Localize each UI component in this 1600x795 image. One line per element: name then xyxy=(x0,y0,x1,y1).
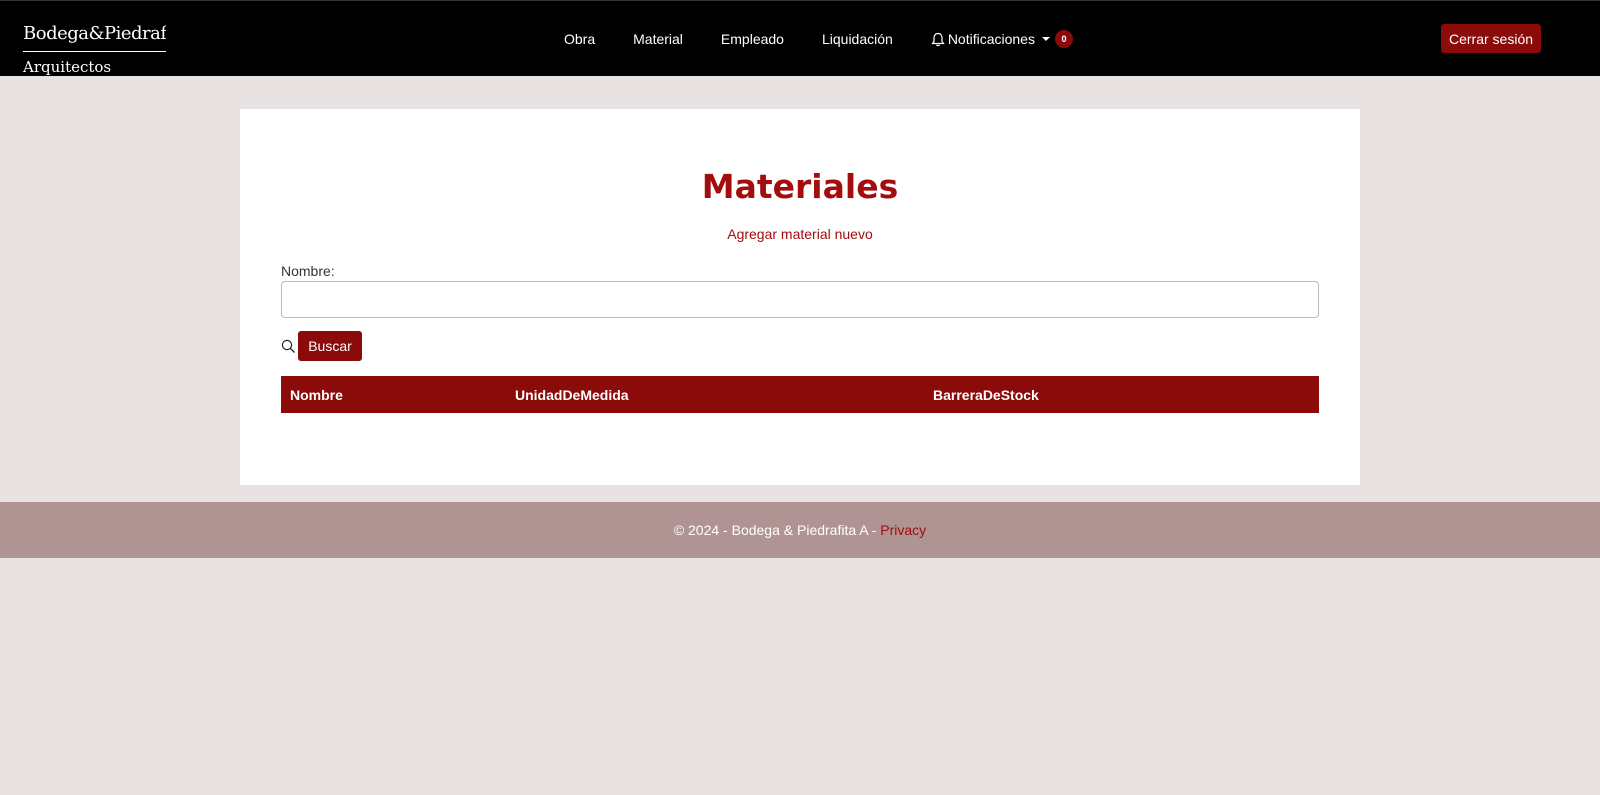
notifications-dropdown[interactable]: Notificaciones 0 xyxy=(912,22,1092,56)
name-field-label: Nombre: xyxy=(281,263,335,279)
materials-table: Nombre UnidadDeMedida BarreraDeStock xyxy=(281,376,1319,413)
notifications-count-badge: 0 xyxy=(1054,30,1073,48)
brand-subtitle: Arquitectos xyxy=(23,58,112,76)
privacy-link[interactable]: Privacy xyxy=(880,522,926,538)
column-header-nombre: Nombre xyxy=(281,376,506,413)
nav-link-empleado[interactable]: Empleado xyxy=(702,23,803,55)
name-search-input[interactable] xyxy=(281,281,1319,318)
search-icon xyxy=(281,339,295,353)
add-material-link[interactable]: Agregar material nuevo xyxy=(240,226,1360,242)
navbar: Bodega&Piedrafita Arquitectos Obra Mater… xyxy=(0,0,1600,76)
footer-copyright: © 2024 - Bodega & Piedrafita A - xyxy=(673,522,881,538)
brand-divider xyxy=(23,51,166,52)
page-title: Materiales xyxy=(701,167,899,206)
column-header-barrera: BarreraDeStock xyxy=(924,376,1319,413)
bell-icon xyxy=(931,32,945,46)
brand-logo[interactable]: Bodega&Piedrafita Arquitectos xyxy=(23,1,166,77)
table-header-row: Nombre UnidadDeMedida BarreraDeStock xyxy=(281,376,1319,413)
brand-name: Bodega&Piedrafita xyxy=(23,23,166,44)
main-nav: Obra Material Empleado Liquidación Notif… xyxy=(545,1,1092,77)
notifications-label: Notificaciones xyxy=(947,31,1035,47)
nav-link-liquidacion[interactable]: Liquidación xyxy=(803,23,912,55)
footer: © 2024 - Bodega & Piedrafita A - Privacy xyxy=(0,502,1600,558)
chevron-down-icon xyxy=(1041,37,1050,41)
search-button[interactable]: Buscar xyxy=(298,331,362,361)
materials-card: Materiales Agregar material nuevo Nombre… xyxy=(240,109,1360,485)
nav-link-material[interactable]: Material xyxy=(614,23,702,55)
logout-button[interactable]: Cerrar sesión xyxy=(1441,24,1541,53)
column-header-unidad: UnidadDeMedida xyxy=(506,376,924,413)
nav-link-obra[interactable]: Obra xyxy=(545,23,614,55)
